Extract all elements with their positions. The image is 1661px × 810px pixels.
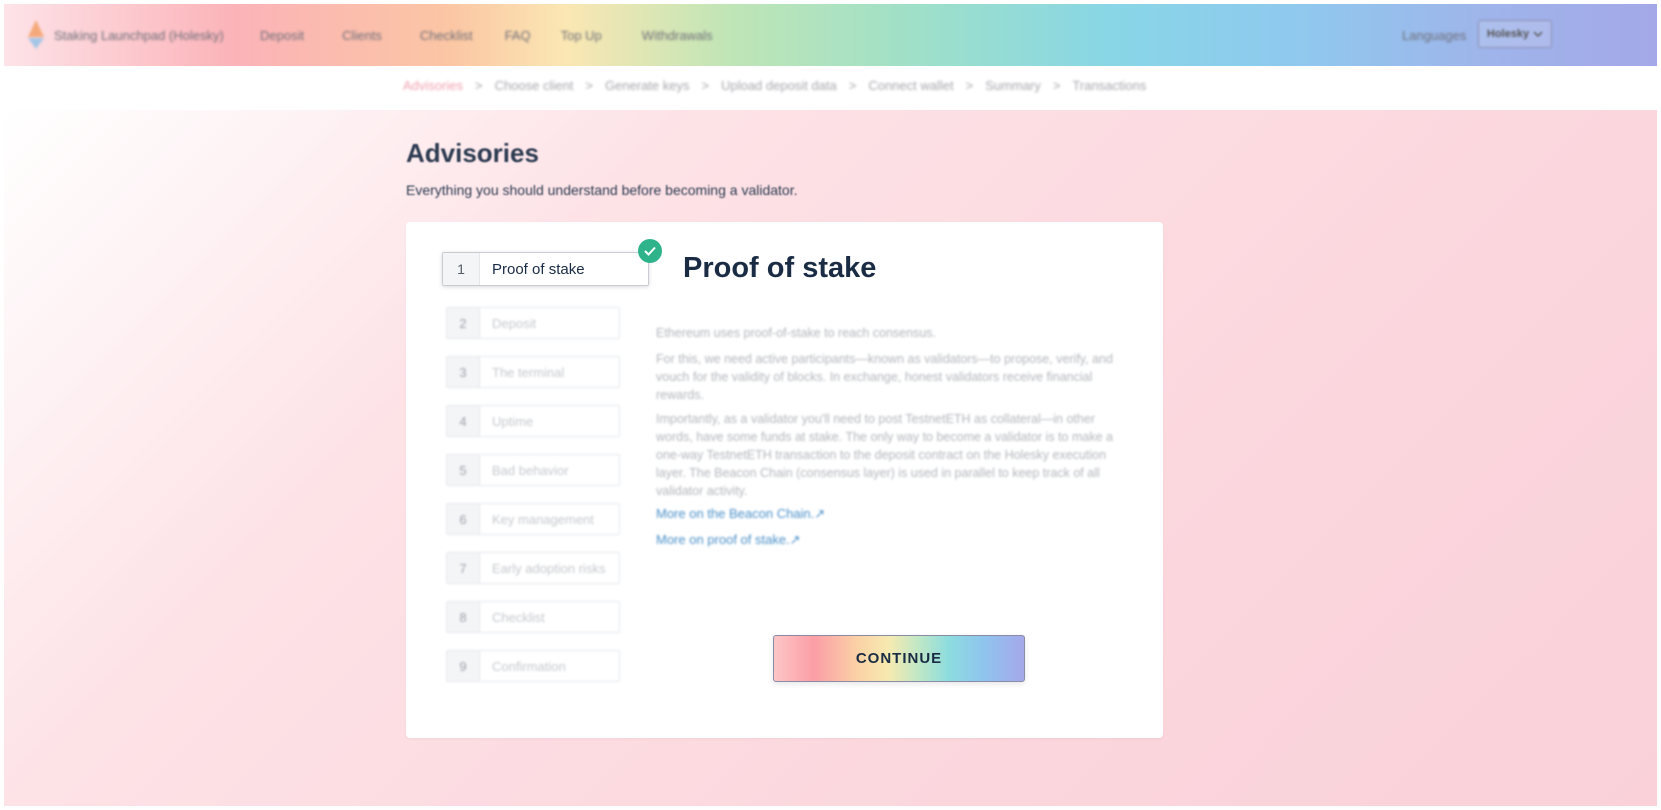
step-key-management[interactable]: 6 Key management xyxy=(446,503,620,535)
step-the-terminal[interactable]: 3 The terminal xyxy=(446,356,620,388)
step-label: Early adoption risks xyxy=(492,560,606,576)
ethereum-logo-icon xyxy=(28,20,44,50)
step-label: Uptime xyxy=(492,413,534,429)
step-label: Confirmation xyxy=(492,658,566,674)
app-frame: Staking Launchpad (Holesky) Deposit Clie… xyxy=(4,4,1657,806)
step-number: 4 xyxy=(447,406,480,436)
step-number: 8 xyxy=(447,602,480,632)
nav-clients[interactable]: Clients xyxy=(342,28,382,43)
crumb-advisories[interactable]: Advisories xyxy=(403,78,463,93)
chevron-down-icon xyxy=(1533,31,1543,38)
step-number: 6 xyxy=(447,504,480,534)
step-label: Key management xyxy=(492,511,594,527)
step-number: 9 xyxy=(447,651,480,681)
crumb-separator: > xyxy=(701,78,710,93)
top-navbar: Staking Launchpad (Holesky) Deposit Clie… xyxy=(4,4,1657,66)
step-label: The terminal xyxy=(492,364,565,380)
beacon-chain-link[interactable]: More on the Beacon Chain.↗ xyxy=(656,506,825,522)
step-proof-of-stake[interactable]: 1 Proof of stake xyxy=(442,252,649,286)
step-label: Proof of stake xyxy=(492,260,585,278)
crumb-summary: Summary xyxy=(985,78,1041,93)
network-label: Holesky xyxy=(1486,28,1530,40)
step-uptime[interactable]: 4 Uptime xyxy=(446,405,620,437)
crumb-generate-keys: Generate keys xyxy=(604,78,690,93)
crumb-separator: > xyxy=(585,78,593,93)
crumb-separator: > xyxy=(848,78,857,93)
advisory-card: 1 Proof of stake 2 Deposit 3 The termina… xyxy=(406,222,1163,738)
step-number: 3 xyxy=(447,357,480,387)
step-label: Checklist xyxy=(492,609,545,625)
step-bad-behavior[interactable]: 5 Bad behavior xyxy=(446,454,620,486)
languages-link[interactable]: Languages xyxy=(1402,28,1466,43)
step-early-adoption-risks[interactable]: 7 Early adoption risks xyxy=(446,552,620,584)
crumb-connect-wallet: Connect wallet xyxy=(868,78,954,93)
main-nav: Deposit Clients Checklist FAQ Top Up Wit… xyxy=(260,28,751,43)
paragraph-validators: For this, we need active participants—kn… xyxy=(656,352,1113,402)
step-checklist[interactable]: 8 Checklist xyxy=(446,601,620,633)
crumb-choose-client: Choose client xyxy=(494,78,574,93)
brand-title: Staking Launchpad (Holesky) xyxy=(54,27,224,43)
nav-faq[interactable]: FAQ xyxy=(505,28,531,43)
continue-button[interactable]: CONTINUE xyxy=(773,635,1025,682)
crumb-transactions: Transactions xyxy=(1072,78,1147,93)
step-deposit[interactable]: 2 Deposit xyxy=(446,307,620,339)
section-heading: Proof of stake xyxy=(683,252,877,284)
nav-deposit[interactable]: Deposit xyxy=(260,28,304,43)
page-subtitle: Everything you should understand before … xyxy=(406,182,798,198)
step-label: Bad behavior xyxy=(492,462,569,478)
step-number: 7 xyxy=(447,553,480,583)
step-number: 1 xyxy=(443,253,480,285)
step-label: Deposit xyxy=(492,315,537,331)
page-body: Advisories Everything you should underst… xyxy=(4,110,1657,806)
page-title: Advisories xyxy=(406,138,539,168)
proof-of-stake-link[interactable]: More on proof of stake.↗ xyxy=(656,532,801,548)
crumb-separator: > xyxy=(1052,78,1061,93)
nav-top-up[interactable]: Top Up xyxy=(561,28,602,43)
crumb-separator: > xyxy=(474,78,483,93)
crumb-separator: > xyxy=(965,78,974,93)
paragraph-intro: Ethereum uses proof-of-stake to reach co… xyxy=(656,326,937,340)
step-number: 5 xyxy=(447,455,480,485)
nav-checklist[interactable]: Checklist xyxy=(420,28,473,43)
brand-link[interactable]: Staking Launchpad (Holesky) xyxy=(28,20,224,50)
checkmark-icon xyxy=(638,239,662,263)
step-number: 2 xyxy=(447,308,480,338)
step-confirmation[interactable]: 9 Confirmation xyxy=(446,650,620,682)
paragraph-collateral: Importantly, as a validator you'll need … xyxy=(656,412,1113,498)
crumb-upload-deposit-data: Upload deposit data xyxy=(721,78,837,93)
breadcrumb: Advisories > Choose client > Generate ke… xyxy=(403,78,1146,93)
network-selector[interactable]: Holesky xyxy=(1478,20,1552,48)
nav-withdrawals[interactable]: Withdrawals xyxy=(642,28,713,43)
